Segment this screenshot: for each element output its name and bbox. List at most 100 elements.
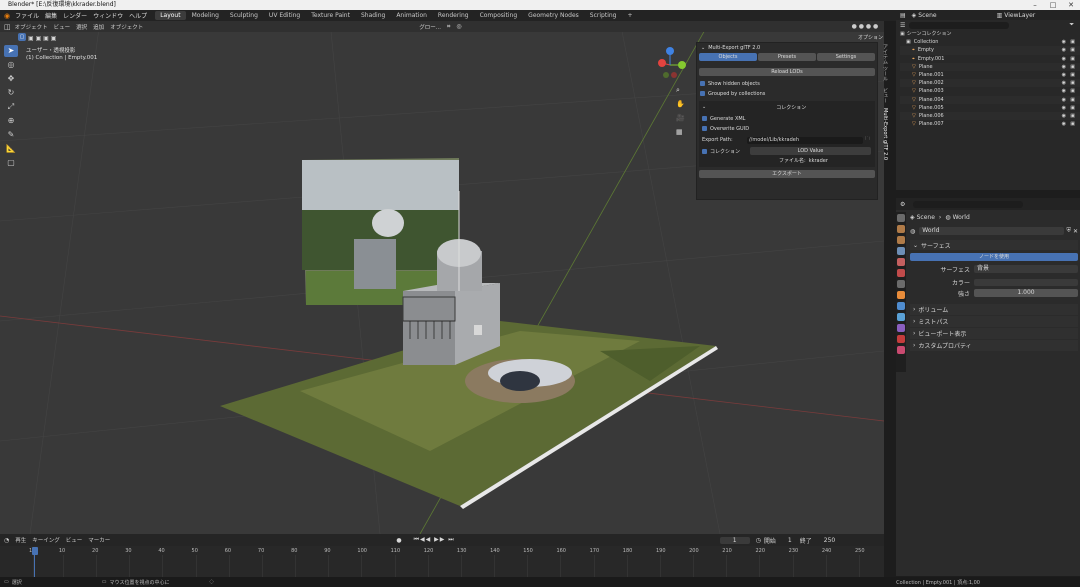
properties-editor-icon[interactable]: ⚙ [900, 201, 905, 208]
select-new-icon[interactable]: ▢ [18, 33, 26, 41]
lod-value-field[interactable]: LOD Value [750, 147, 871, 155]
constraint-tab-icon[interactable] [897, 324, 905, 332]
outliner-row[interactable]: ⌖ Empty.001 ◉ ▣ [900, 55, 1080, 63]
pan-hand-icon[interactable]: ✋ [676, 97, 685, 111]
outliner-row[interactable]: ⌖ Empty ◉ ▣ [900, 46, 1080, 55]
add-cube-icon[interactable]: ▢ [4, 157, 18, 169]
surface-value-field[interactable]: 背景 [974, 265, 1078, 273]
tab-rendering[interactable]: Rendering [433, 11, 474, 20]
menu-add[interactable]: 追加 [93, 23, 104, 31]
visibility-eye-icon[interactable]: ◉ [1062, 71, 1066, 79]
scale-icon[interactable]: ⤢ [4, 101, 18, 113]
blender-logo-icon[interactable]: ◉ [4, 12, 10, 20]
side-tab-multi-export[interactable]: Multi-Export glTF 2.0 [882, 108, 888, 168]
visibility-eye-icon[interactable]: ◉ [1062, 38, 1066, 46]
show-hidden-checkbox[interactable]: Show hidden objects [700, 80, 877, 87]
gizmo-y-icon[interactable] [678, 61, 686, 69]
tab-uv-editing[interactable]: UV Editing [264, 11, 305, 20]
playhead[interactable] [32, 547, 38, 555]
grid-icon[interactable]: ▦ [676, 125, 685, 139]
tab-shading[interactable]: Shading [356, 11, 390, 20]
menu-edit[interactable]: 編集 [45, 11, 57, 20]
photo-plane[interactable] [302, 158, 459, 305]
close-icon[interactable]: ✕ [1062, 0, 1080, 10]
panel-header[interactable]: ⌄ Multi-Export glTF 2.0 [697, 43, 877, 53]
visibility-eye-icon[interactable]: ◉ [1062, 63, 1066, 71]
menu-select[interactable]: 選択 [76, 23, 87, 31]
color-swatch[interactable] [974, 278, 1078, 286]
minimize-icon[interactable]: – [1026, 0, 1044, 10]
visibility-eye-icon[interactable]: ◉ [1062, 79, 1066, 87]
side-tab-item[interactable]: アイテム [882, 44, 889, 66]
scene-collection-row[interactable]: ▣ シーンコレクション [900, 30, 1080, 38]
folder-icon[interactable]: 🗀 [865, 136, 873, 144]
render-camera-icon[interactable]: ▣ [1070, 120, 1075, 128]
visibility-eye-icon[interactable]: ◉ [1062, 46, 1066, 54]
render-camera-icon[interactable]: ▣ [1070, 63, 1075, 71]
filter-icon[interactable]: ⏷ [1069, 21, 1074, 29]
section-volume[interactable]: › ボリューム [910, 304, 1078, 315]
close-icon[interactable]: ✕ [1073, 228, 1078, 235]
visibility-eye-icon[interactable]: ◉ [1062, 87, 1066, 95]
strength-field[interactable]: 1.000 [974, 289, 1078, 297]
reload-lods-button[interactable]: Reload LODs [699, 68, 875, 76]
transform-icon[interactable]: ⊕ [4, 115, 18, 127]
camera-icon[interactable]: 🎥 [676, 111, 685, 125]
material-tab-icon[interactable] [897, 335, 905, 343]
menu-object[interactable]: オブジェクト [110, 23, 143, 31]
select-box-icon[interactable]: ➤ [4, 45, 18, 57]
tab-layout[interactable]: Layout [155, 11, 186, 20]
tab-presets[interactable]: Presets [758, 53, 816, 61]
timeline-ruler[interactable]: 1 10 20 30 40 50 60 70 80 90 100 110 120 130 140 150 160… [0, 534, 884, 577]
navigation-gizmo[interactable] [652, 45, 692, 85]
proportional-edit-icon[interactable]: ◎ [456, 23, 461, 30]
world-browse-icon[interactable]: ◍ [910, 228, 915, 235]
texture-tab-icon[interactable] [897, 346, 905, 354]
output-tab-icon[interactable] [897, 236, 905, 244]
fake-user-icon[interactable]: ⛨ [1066, 227, 1071, 235]
view-layer-tab-icon[interactable] [897, 247, 905, 255]
collapse-chevron-icon[interactable]: ⌄ [701, 45, 705, 51]
section-viewport-display[interactable]: › ビューポート表示 [910, 328, 1078, 339]
maximize-icon[interactable]: □ [1044, 0, 1062, 10]
tab-objects[interactable]: Objects [699, 53, 757, 61]
tab-modeling[interactable]: Modeling [187, 11, 224, 20]
outliner-row[interactable]: ▽ Plane.001 ◉ ▣ [900, 71, 1080, 79]
world-tab-icon[interactable] [897, 269, 905, 277]
object-tab-icon[interactable] [897, 291, 905, 299]
select-extend-icon[interactable]: ▣ ▣ ▣ ▣ [28, 35, 56, 42]
gizmo-x-icon[interactable] [658, 59, 666, 67]
render-camera-icon[interactable]: ▣ [1070, 96, 1075, 104]
outliner-row[interactable]: ▽ Plane.007 ◉ ▣ [900, 120, 1080, 128]
render-camera-icon[interactable]: ▣ [1070, 87, 1075, 95]
section-custom-properties[interactable]: › カスタムプロパティ [910, 340, 1078, 351]
render-camera-icon[interactable]: ▣ [1070, 46, 1075, 54]
rotate-icon[interactable]: ↻ [4, 87, 18, 99]
checkbox-checked-icon[interactable] [700, 81, 705, 86]
render-camera-icon[interactable]: ▣ [1070, 79, 1075, 87]
menu-file[interactable]: ファイル [15, 11, 39, 20]
render-camera-icon[interactable]: ▣ [1070, 112, 1075, 120]
render-tab-icon[interactable] [897, 225, 905, 233]
outliner-editor-icon[interactable]: ▤ [900, 12, 906, 19]
gizmo-z-icon[interactable] [666, 47, 674, 55]
display-mode-icon[interactable]: ☰ [900, 22, 905, 29]
modifier-tab-icon[interactable] [897, 302, 905, 310]
filename-value[interactable]: kkrader [809, 158, 828, 164]
cursor-icon[interactable]: ◎ [4, 59, 18, 71]
export-path-field[interactable]: //model/Lib/kkradeh [747, 136, 863, 144]
transform-orientation-select[interactable]: グロー... [419, 23, 441, 31]
collection-tab-icon[interactable] [897, 280, 905, 288]
menu-render[interactable]: レンダー [63, 11, 87, 20]
grouped-checkbox[interactable]: Grouped by collections [700, 90, 877, 97]
render-camera-icon[interactable]: ▣ [1070, 104, 1075, 112]
scene-name[interactable]: Scene [918, 12, 936, 19]
tab-scripting[interactable]: Scripting [585, 11, 622, 20]
menu-window[interactable]: ウィンドウ [93, 11, 123, 20]
checkbox-checked-icon[interactable] [702, 126, 707, 131]
side-tab-view[interactable]: ビュー [882, 88, 889, 108]
section-mist[interactable]: › ミストパス [910, 316, 1078, 327]
outliner-row[interactable]: ▽ Plane ◉ ▣ [900, 62, 1080, 71]
visibility-eye-icon[interactable]: ◉ [1062, 120, 1066, 128]
checkbox-checked-icon[interactable] [702, 148, 707, 154]
